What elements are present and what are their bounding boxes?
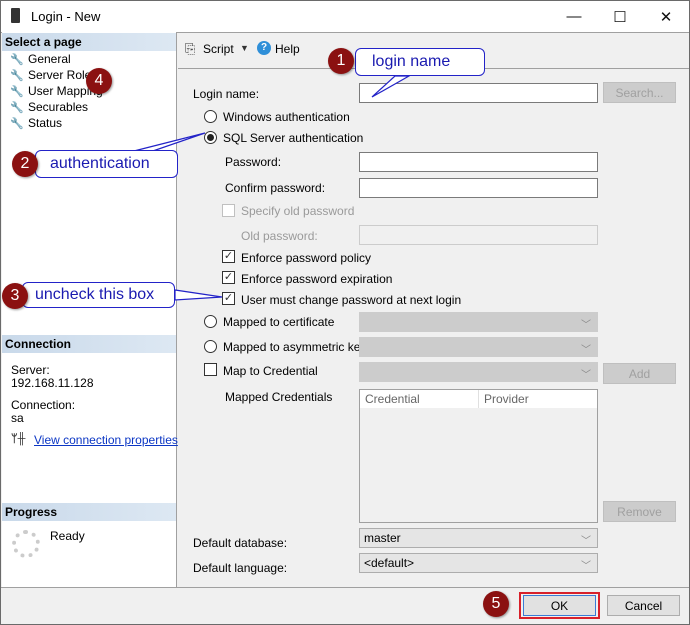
callout-1-pointer [371,75,412,98]
annotation-badge-4: 4 [86,68,112,94]
annotation-badge-5: 5 [483,591,509,617]
callout-authentication: authentication [35,150,178,178]
annotation-pointers [129,75,412,301]
callout-login-name: login name [355,48,485,76]
callout-uncheck-box: uncheck this box [22,282,175,308]
callout-3-pointer [174,289,223,301]
annotation-badge-2: 2 [12,151,38,177]
annotation-badge-1: 1 [328,48,354,74]
annotation-badge-3: 3 [2,283,28,309]
